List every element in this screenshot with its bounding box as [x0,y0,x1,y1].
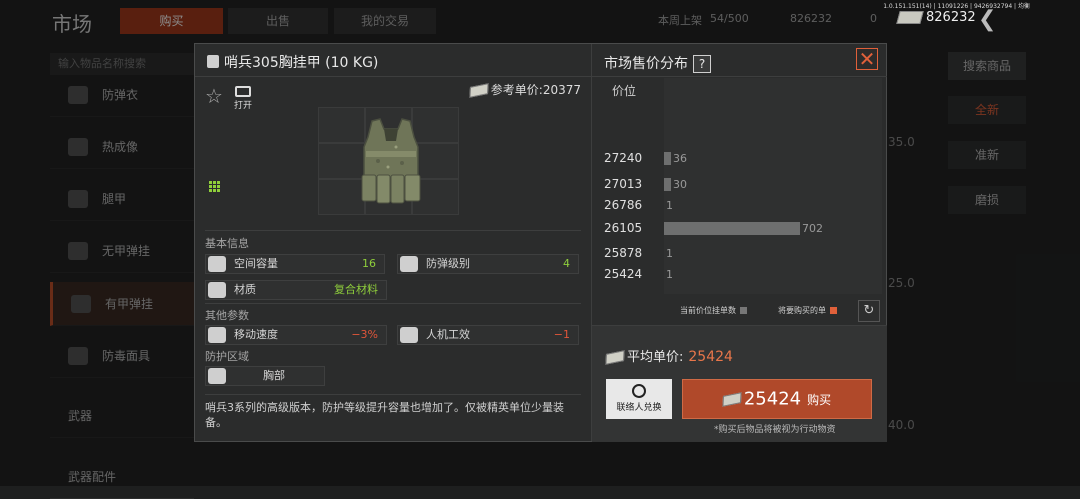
price-label: 26105 [604,221,643,235]
price-label: 27240 [604,151,643,165]
vest-image [361,118,421,204]
close-button[interactable]: ✕ [856,48,878,70]
refresh-icon[interactable]: ↻ [858,300,880,322]
bar-count-label: 36 [673,152,687,165]
box-icon [235,86,251,97]
search-icon [632,384,646,398]
protect-zone-label: 防护区域 [205,350,249,363]
pistol-icon [400,327,418,343]
attr-move-speed: 移动速度 −3% [205,325,387,345]
material-icon [208,282,226,298]
price-label: 25878 [604,246,643,260]
market-distribution-title: 市场售价分布? [604,53,711,73]
item-purchase-dialog: 哨兵305胸挂甲 (10 KG) ☆ 打开 参考单价:20377 基本信息 空间… [194,43,887,442]
cash-icon [469,83,489,98]
shield-icon [400,256,418,272]
attr-material: 材质 复合材料 [205,280,387,300]
running-icon [208,327,226,343]
open-button[interactable]: 打开 [231,86,255,111]
torso-icon [208,368,226,384]
basic-info-label: 基本信息 [205,237,249,250]
attr-ergonomics: 人机工效 −1 [397,325,579,345]
bag-icon [207,55,219,68]
distribution-chart: 36 30 1 702 1 1 [664,78,882,294]
contact-exchange-button[interactable]: 联络人兑换 [606,379,672,419]
item-detail-panel: 哨兵305胸挂甲 (10 KG) ☆ 打开 参考单价:20377 基本信息 空间… [195,44,591,441]
legend-buy-swatch [830,307,837,314]
version-text: 1.0.151.151(14) | 11091226 | 9426932794 … [883,3,1030,10]
legend-current-swatch [740,307,747,314]
back-arrow-icon[interactable]: ❮ [978,7,996,32]
average-price: 平均单价: 25424 [605,346,733,365]
cash-icon [896,11,924,24]
reference-price: 参考单价:20377 [469,81,581,98]
cash-icon [722,392,742,407]
item-title: 哨兵305胸挂甲 (10 KG) [207,52,378,72]
market-distribution-panel: 市场售价分布? ✕ 价位 单数 3630170211 2724027013267… [591,44,887,442]
distribution-bar [664,222,800,235]
item-description: 哨兵3系列的高级版本，防护等级提升容量也增加了。仅被精英单位少量装备。 [205,401,564,429]
distribution-bar [664,152,671,165]
item-header: 哨兵305胸挂甲 (10 KG) [195,44,591,77]
buy-button[interactable]: 25424 购买 [682,379,872,419]
price-label: 26786 [604,198,643,212]
distribution-bar [664,178,671,191]
legend-current: 当前价位挂单数 [680,305,747,316]
item-image-grid [318,107,460,217]
purchase-note: *购买后物品将被视为行动物资 [714,425,836,435]
top-money: 826232 [896,10,976,25]
other-params-label: 其他参数 [205,309,249,322]
help-button[interactable]: ? [693,55,711,73]
purchase-area: 平均单价: 25424 联络人兑换 25424 购买 *购买后物品将被视为行动物资 [592,325,887,442]
bar-count-label: 1 [666,199,673,212]
backpack-icon [208,256,226,272]
bar-count-label: 702 [802,222,823,235]
attr-zone-chest: 胸部 [205,366,325,386]
cash-icon [605,350,625,365]
bar-count-label: 1 [666,247,673,260]
bar-count-label: 30 [673,178,687,191]
favorite-star-icon[interactable]: ☆ [205,84,223,108]
price-label: 25424 [604,267,643,281]
price-label: 27013 [604,177,643,191]
legend-buy: 将要购买的单 [778,305,837,316]
attr-capacity: 空间容量 16 [205,254,385,274]
bar-count-label: 1 [666,268,673,281]
price-labels: 27240 27013 26786 26105 25878 25424 [592,78,663,294]
size-grid-icon [209,181,223,193]
attr-armor-level: 防弹级别 4 [397,254,579,274]
